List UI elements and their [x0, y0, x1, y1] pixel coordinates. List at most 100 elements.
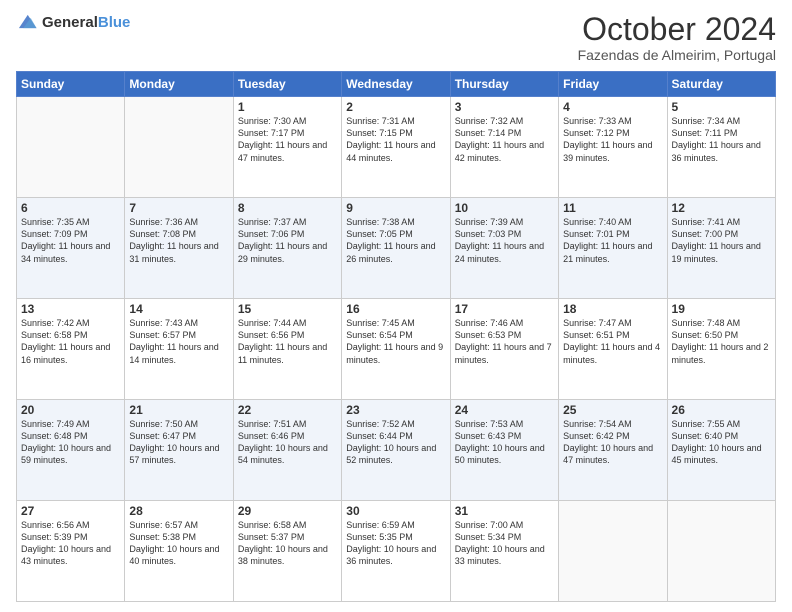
calendar-cell	[559, 501, 667, 602]
calendar-cell: 17Sunrise: 7:46 AM Sunset: 6:53 PM Dayli…	[450, 299, 558, 400]
day-number: 30	[346, 504, 445, 518]
calendar-cell: 13Sunrise: 7:42 AM Sunset: 6:58 PM Dayli…	[17, 299, 125, 400]
calendar-cell: 4Sunrise: 7:33 AM Sunset: 7:12 PM Daylig…	[559, 97, 667, 198]
calendar-cell: 21Sunrise: 7:50 AM Sunset: 6:47 PM Dayli…	[125, 400, 233, 501]
day-number: 27	[21, 504, 120, 518]
day-number: 4	[563, 100, 662, 114]
calendar-cell: 23Sunrise: 7:52 AM Sunset: 6:44 PM Dayli…	[342, 400, 450, 501]
day-info: Sunrise: 7:33 AM Sunset: 7:12 PM Dayligh…	[563, 115, 662, 164]
day-info: Sunrise: 7:36 AM Sunset: 7:08 PM Dayligh…	[129, 216, 228, 265]
calendar-cell: 3Sunrise: 7:32 AM Sunset: 7:14 PM Daylig…	[450, 97, 558, 198]
calendar-cell: 27Sunrise: 6:56 AM Sunset: 5:39 PM Dayli…	[17, 501, 125, 602]
day-number: 16	[346, 302, 445, 316]
calendar-cell: 18Sunrise: 7:47 AM Sunset: 6:51 PM Dayli…	[559, 299, 667, 400]
day-number: 24	[455, 403, 554, 417]
day-number: 5	[672, 100, 771, 114]
day-info: Sunrise: 7:38 AM Sunset: 7:05 PM Dayligh…	[346, 216, 445, 265]
calendar-cell: 15Sunrise: 7:44 AM Sunset: 6:56 PM Dayli…	[233, 299, 341, 400]
title-block: October 2024 Fazendas de Almeirim, Portu…	[578, 12, 776, 63]
logo-blue: Blue	[98, 14, 131, 31]
calendar-cell: 8Sunrise: 7:37 AM Sunset: 7:06 PM Daylig…	[233, 198, 341, 299]
col-wednesday: Wednesday	[342, 72, 450, 97]
day-info: Sunrise: 7:32 AM Sunset: 7:14 PM Dayligh…	[455, 115, 554, 164]
calendar-cell: 12Sunrise: 7:41 AM Sunset: 7:00 PM Dayli…	[667, 198, 775, 299]
day-number: 10	[455, 201, 554, 215]
calendar-cell: 2Sunrise: 7:31 AM Sunset: 7:15 PM Daylig…	[342, 97, 450, 198]
calendar-cell	[17, 97, 125, 198]
day-number: 31	[455, 504, 554, 518]
main-title: October 2024	[578, 12, 776, 47]
calendar-table: Sunday Monday Tuesday Wednesday Thursday…	[16, 71, 776, 602]
col-thursday: Thursday	[450, 72, 558, 97]
calendar-cell: 31Sunrise: 7:00 AM Sunset: 5:34 PM Dayli…	[450, 501, 558, 602]
calendar-cell: 14Sunrise: 7:43 AM Sunset: 6:57 PM Dayli…	[125, 299, 233, 400]
day-number: 6	[21, 201, 120, 215]
day-info: Sunrise: 7:30 AM Sunset: 7:17 PM Dayligh…	[238, 115, 337, 164]
day-number: 9	[346, 201, 445, 215]
calendar-cell: 7Sunrise: 7:36 AM Sunset: 7:08 PM Daylig…	[125, 198, 233, 299]
col-sunday: Sunday	[17, 72, 125, 97]
calendar-cell: 29Sunrise: 6:58 AM Sunset: 5:37 PM Dayli…	[233, 501, 341, 602]
calendar-week-4: 20Sunrise: 7:49 AM Sunset: 6:48 PM Dayli…	[17, 400, 776, 501]
calendar-cell	[125, 97, 233, 198]
day-info: Sunrise: 7:49 AM Sunset: 6:48 PM Dayligh…	[21, 418, 120, 467]
calendar-week-3: 13Sunrise: 7:42 AM Sunset: 6:58 PM Dayli…	[17, 299, 776, 400]
calendar-cell: 20Sunrise: 7:49 AM Sunset: 6:48 PM Dayli…	[17, 400, 125, 501]
day-number: 26	[672, 403, 771, 417]
day-info: Sunrise: 7:53 AM Sunset: 6:43 PM Dayligh…	[455, 418, 554, 467]
day-info: Sunrise: 7:47 AM Sunset: 6:51 PM Dayligh…	[563, 317, 662, 366]
page: GeneralBlue October 2024 Fazendas de Alm…	[0, 0, 792, 612]
day-info: Sunrise: 6:58 AM Sunset: 5:37 PM Dayligh…	[238, 519, 337, 568]
day-number: 25	[563, 403, 662, 417]
day-info: Sunrise: 6:56 AM Sunset: 5:39 PM Dayligh…	[21, 519, 120, 568]
calendar-cell: 1Sunrise: 7:30 AM Sunset: 7:17 PM Daylig…	[233, 97, 341, 198]
day-number: 13	[21, 302, 120, 316]
calendar-cell: 28Sunrise: 6:57 AM Sunset: 5:38 PM Dayli…	[125, 501, 233, 602]
day-number: 12	[672, 201, 771, 215]
calendar-cell	[667, 501, 775, 602]
day-info: Sunrise: 7:55 AM Sunset: 6:40 PM Dayligh…	[672, 418, 771, 467]
day-info: Sunrise: 7:39 AM Sunset: 7:03 PM Dayligh…	[455, 216, 554, 265]
col-tuesday: Tuesday	[233, 72, 341, 97]
day-info: Sunrise: 7:54 AM Sunset: 6:42 PM Dayligh…	[563, 418, 662, 467]
logo-general: General	[42, 14, 98, 31]
day-info: Sunrise: 7:31 AM Sunset: 7:15 PM Dayligh…	[346, 115, 445, 164]
day-number: 28	[129, 504, 228, 518]
day-info: Sunrise: 7:44 AM Sunset: 6:56 PM Dayligh…	[238, 317, 337, 366]
calendar-week-1: 1Sunrise: 7:30 AM Sunset: 7:17 PM Daylig…	[17, 97, 776, 198]
col-monday: Monday	[125, 72, 233, 97]
col-friday: Friday	[559, 72, 667, 97]
calendar-cell: 16Sunrise: 7:45 AM Sunset: 6:54 PM Dayli…	[342, 299, 450, 400]
day-info: Sunrise: 7:45 AM Sunset: 6:54 PM Dayligh…	[346, 317, 445, 366]
day-info: Sunrise: 7:50 AM Sunset: 6:47 PM Dayligh…	[129, 418, 228, 467]
day-number: 3	[455, 100, 554, 114]
calendar-cell: 11Sunrise: 7:40 AM Sunset: 7:01 PM Dayli…	[559, 198, 667, 299]
col-saturday: Saturday	[667, 72, 775, 97]
day-info: Sunrise: 7:41 AM Sunset: 7:00 PM Dayligh…	[672, 216, 771, 265]
logo-icon	[16, 12, 38, 34]
day-info: Sunrise: 7:35 AM Sunset: 7:09 PM Dayligh…	[21, 216, 120, 265]
day-number: 22	[238, 403, 337, 417]
calendar-cell: 26Sunrise: 7:55 AM Sunset: 6:40 PM Dayli…	[667, 400, 775, 501]
calendar-header-row: Sunday Monday Tuesday Wednesday Thursday…	[17, 72, 776, 97]
calendar-cell: 5Sunrise: 7:34 AM Sunset: 7:11 PM Daylig…	[667, 97, 775, 198]
day-number: 20	[21, 403, 120, 417]
subtitle: Fazendas de Almeirim, Portugal	[578, 47, 776, 63]
day-number: 14	[129, 302, 228, 316]
calendar-cell: 10Sunrise: 7:39 AM Sunset: 7:03 PM Dayli…	[450, 198, 558, 299]
day-number: 17	[455, 302, 554, 316]
calendar-cell: 9Sunrise: 7:38 AM Sunset: 7:05 PM Daylig…	[342, 198, 450, 299]
calendar-cell: 19Sunrise: 7:48 AM Sunset: 6:50 PM Dayli…	[667, 299, 775, 400]
day-info: Sunrise: 7:51 AM Sunset: 6:46 PM Dayligh…	[238, 418, 337, 467]
header: GeneralBlue October 2024 Fazendas de Alm…	[16, 12, 776, 63]
day-number: 29	[238, 504, 337, 518]
day-info: Sunrise: 7:42 AM Sunset: 6:58 PM Dayligh…	[21, 317, 120, 366]
calendar-cell: 30Sunrise: 6:59 AM Sunset: 5:35 PM Dayli…	[342, 501, 450, 602]
day-info: Sunrise: 7:52 AM Sunset: 6:44 PM Dayligh…	[346, 418, 445, 467]
day-number: 23	[346, 403, 445, 417]
day-number: 2	[346, 100, 445, 114]
day-number: 15	[238, 302, 337, 316]
day-info: Sunrise: 7:34 AM Sunset: 7:11 PM Dayligh…	[672, 115, 771, 164]
day-info: Sunrise: 7:00 AM Sunset: 5:34 PM Dayligh…	[455, 519, 554, 568]
calendar-week-2: 6Sunrise: 7:35 AM Sunset: 7:09 PM Daylig…	[17, 198, 776, 299]
